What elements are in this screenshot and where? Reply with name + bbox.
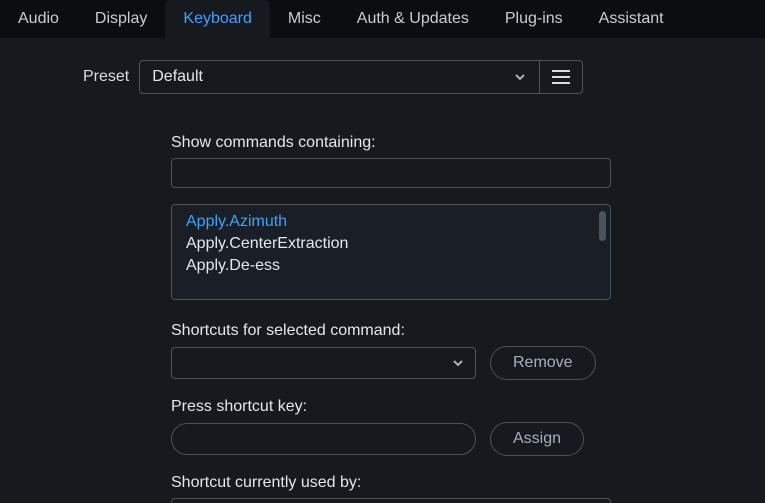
press-label: Press shortcut key: [171, 398, 611, 416]
chevron-down-icon [513, 70, 527, 84]
preset-label: Preset [83, 68, 129, 86]
command-list[interactable]: Apply.Azimuth Apply.CenterExtraction App… [171, 204, 611, 300]
preset-value: Default [152, 68, 203, 86]
tab-assistant[interactable]: Assistant [581, 0, 682, 38]
chevron-down-icon [451, 356, 465, 370]
tab-bar: Audio Display Keyboard Misc Auth & Updat… [0, 0, 765, 38]
preset-menu-button[interactable] [540, 61, 582, 93]
preset-select[interactable]: Default [140, 61, 539, 93]
filter-block: Show commands containing: [171, 134, 611, 188]
list-item[interactable]: Apply.CenterExtraction [172, 233, 610, 255]
shortcuts-block: Shortcuts for selected command: Remove [171, 322, 611, 380]
remove-button[interactable]: Remove [490, 346, 596, 380]
press-shortcut-input[interactable] [171, 423, 476, 455]
tab-display[interactable]: Display [77, 0, 165, 38]
filter-label: Show commands containing: [171, 134, 611, 152]
tab-misc[interactable]: Misc [270, 0, 339, 38]
shortcuts-label: Shortcuts for selected command: [171, 322, 611, 340]
used-by-select[interactable] [171, 498, 611, 503]
shortcuts-select[interactable] [171, 347, 476, 379]
tab-auth-updates[interactable]: Auth & Updates [339, 0, 487, 38]
hamburger-icon [552, 70, 570, 84]
list-item[interactable]: Apply.Azimuth [172, 211, 610, 233]
preset-row: Preset Default [83, 60, 737, 94]
press-block: Press shortcut key: Assign [171, 398, 611, 456]
tab-keyboard[interactable]: Keyboard [165, 0, 270, 38]
filter-input[interactable] [171, 158, 611, 188]
preset-control: Default [139, 60, 583, 94]
tab-audio[interactable]: Audio [0, 0, 77, 38]
scrollbar-thumb[interactable] [599, 211, 606, 241]
list-item[interactable]: Apply.De-ess [172, 255, 610, 277]
used-by-block: Shortcut currently used by: [171, 474, 611, 503]
assign-button[interactable]: Assign [490, 422, 584, 456]
tab-plugins[interactable]: Plug-ins [487, 0, 581, 38]
used-by-label: Shortcut currently used by: [171, 474, 611, 492]
